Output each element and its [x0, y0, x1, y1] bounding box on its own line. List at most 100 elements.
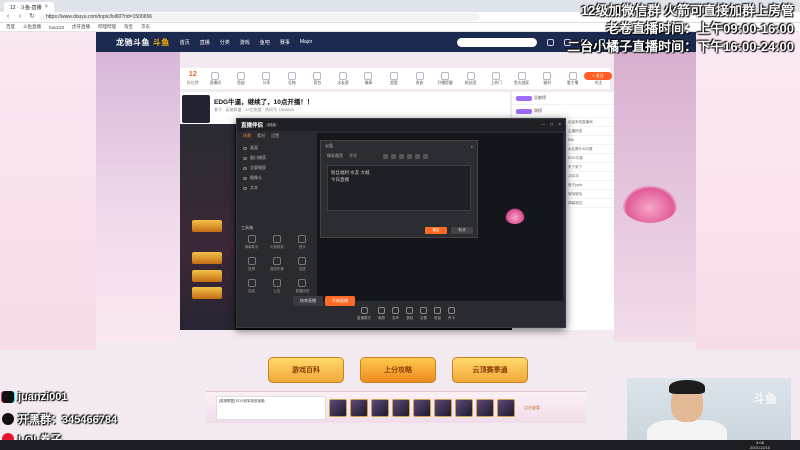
bookmark[interactable]: 斗鱼直播: [23, 24, 41, 30]
site-logo[interactable]: 龙驰斗鱼 斗鱼: [116, 37, 170, 48]
hero-icon[interactable]: [476, 398, 494, 417]
follow-button[interactable]: + 关注: [584, 72, 612, 80]
promo-wiki-button[interactable]: 游戏百科: [268, 357, 344, 383]
reload-icon[interactable]: ↻: [28, 13, 36, 21]
toolbar-item[interactable]: 看主播: [561, 71, 585, 86]
scene-item[interactable]: 摄像头: [239, 173, 315, 183]
tool-cell[interactable]: 音乐: [290, 235, 315, 250]
scene-item[interactable]: 全屏捕获: [239, 163, 315, 173]
nav-live[interactable]: 直播: [200, 39, 210, 46]
scene-item[interactable]: 文本: [239, 183, 315, 193]
stream-tool-titlebar[interactable]: 直播伴侣 V7.0 – □ ×: [237, 119, 565, 131]
promo-tft-button[interactable]: 云顶赛季通: [452, 357, 528, 383]
history-icon[interactable]: [547, 38, 555, 46]
eye-icon[interactable]: [243, 186, 247, 190]
toolbar-item[interactable]: 背包: [306, 71, 330, 86]
bottom-tool[interactable]: 声卡: [448, 307, 455, 321]
view-more-link[interactable]: 点击查看: [524, 405, 540, 411]
forward-icon[interactable]: ›: [16, 13, 24, 21]
eye-icon[interactable]: [243, 156, 247, 160]
rank-row[interactable]: 周榜: [512, 105, 614, 118]
close-icon[interactable]: ×: [471, 144, 477, 149]
cancel-button[interactable]: 取消: [451, 227, 473, 234]
bookmark[interactable]: 百度: [6, 24, 15, 30]
bookmark[interactable]: 京东: [141, 24, 150, 30]
bottom-tool[interactable]: 直播模式: [357, 307, 371, 321]
confirm-button[interactable]: 确定: [425, 227, 447, 234]
scene-item[interactable]: 窗口捕获: [239, 153, 315, 163]
streamer-avatar[interactable]: [182, 95, 210, 123]
eye-icon[interactable]: [243, 166, 247, 170]
toolbar-item[interactable]: 鱼丸抽奖: [510, 71, 534, 86]
url-input[interactable]: https://www.douyu.com/topic/lol60?rid=15…: [40, 13, 480, 21]
bookmark[interactable]: 虎牙直播: [72, 24, 90, 30]
search-input[interactable]: [457, 37, 538, 47]
toolbar-item[interactable]: 福利: [535, 71, 559, 86]
tab-scene[interactable]: 场景: [243, 133, 251, 141]
promo-guide-button[interactable]: 上分攻略: [360, 357, 436, 383]
bottom-tool[interactable]: 音量: [434, 307, 441, 321]
close-icon[interactable]: ×: [45, 4, 49, 10]
toolbar-item[interactable]: 直播间: [204, 71, 228, 86]
bookmark[interactable]: hao123: [49, 25, 64, 30]
tool-cell[interactable]: 虚拟形象: [264, 257, 289, 272]
toolbar-item[interactable]: 水友赛: [331, 71, 355, 86]
tool-cell[interactable]: 礼物特效: [264, 235, 289, 250]
tab-material[interactable]: 素材: [257, 133, 265, 141]
nav-forum[interactable]: 鱼吧: [260, 39, 270, 46]
bold-icon[interactable]: [383, 153, 388, 159]
hero-icon[interactable]: [350, 398, 368, 417]
align-left-icon[interactable]: [415, 153, 420, 159]
hero-icon[interactable]: [434, 398, 452, 417]
back-icon[interactable]: ‹: [4, 13, 12, 21]
eye-icon[interactable]: [243, 176, 247, 180]
end-live-button[interactable]: 结束直播: [293, 296, 323, 306]
tool-cell[interactable]: 公告: [264, 279, 289, 294]
nav-category[interactable]: 分类: [220, 39, 230, 46]
tool-cell[interactable]: 连麦: [290, 257, 315, 272]
align-center-icon[interactable]: [423, 153, 428, 159]
nav-major[interactable]: Major: [300, 39, 313, 45]
italic-icon[interactable]: [391, 153, 396, 159]
nav-home[interactable]: 首页: [180, 39, 190, 46]
hero-icon[interactable]: [371, 398, 389, 417]
bottom-tool[interactable]: 录制: [406, 307, 413, 321]
toolbar-item[interactable]: 超管: [382, 71, 406, 86]
nav-events[interactable]: 赛事: [280, 39, 290, 46]
tab-settings[interactable]: 设置: [271, 133, 279, 141]
maximize-icon[interactable]: □: [550, 122, 553, 128]
underline-icon[interactable]: [399, 153, 404, 159]
toolbar-item[interactable]: 粉丝团: [459, 71, 483, 86]
nav-games[interactable]: 游戏: [240, 39, 250, 46]
notice-dialog[interactable]: 公告 × 微软雅黑 字号 粉丝福利 水友 大喊 今日直播 确定 取消: [320, 140, 478, 238]
tool-cell[interactable]: 弹幕助手: [239, 235, 264, 250]
eye-icon[interactable]: [243, 146, 247, 150]
hero-icon[interactable]: [329, 398, 347, 417]
color-icon[interactable]: [407, 153, 412, 159]
hero-icon[interactable]: [497, 398, 515, 417]
bookmark[interactable]: 哔哩哔哩: [98, 24, 116, 30]
close-icon[interactable]: ×: [558, 122, 561, 128]
toolbar-item[interactable]: 分享: [255, 71, 279, 86]
font-select[interactable]: 微软雅黑: [327, 153, 343, 159]
hero-icon[interactable]: [455, 398, 473, 417]
minimize-icon[interactable]: –: [542, 122, 545, 128]
toolbar-item[interactable]: 鱼翅: [229, 71, 253, 86]
start-live-button[interactable]: 开始直播: [325, 296, 355, 306]
toolbar-item[interactable]: 开播提醒: [433, 71, 457, 86]
browser-tab[interactable]: 12 · 斗鱼-直播 ×: [4, 2, 55, 12]
tool-cell[interactable]: 投屏: [239, 257, 264, 272]
hero-icon[interactable]: [392, 398, 410, 417]
toolbar-item[interactable]: 礼物: [280, 71, 304, 86]
bottom-tool[interactable]: 变声: [392, 307, 399, 321]
toolbar-item[interactable]: 贵族: [408, 71, 432, 86]
hero-icon[interactable]: [413, 398, 431, 417]
tool-cell[interactable]: 抽奖: [239, 279, 264, 294]
toolbar-item[interactable]: 上热门: [484, 71, 508, 86]
toolbar-item[interactable]: 徽章: [357, 71, 381, 86]
tool-cell[interactable]: 直播回放: [290, 279, 315, 294]
bottom-tool[interactable]: 美颜: [378, 307, 385, 321]
rank-row[interactable]: 贡献榜: [512, 92, 614, 105]
scene-item[interactable]: 画面: [239, 143, 315, 153]
fan-level[interactable]: 12 粉丝牌: [184, 71, 202, 87]
